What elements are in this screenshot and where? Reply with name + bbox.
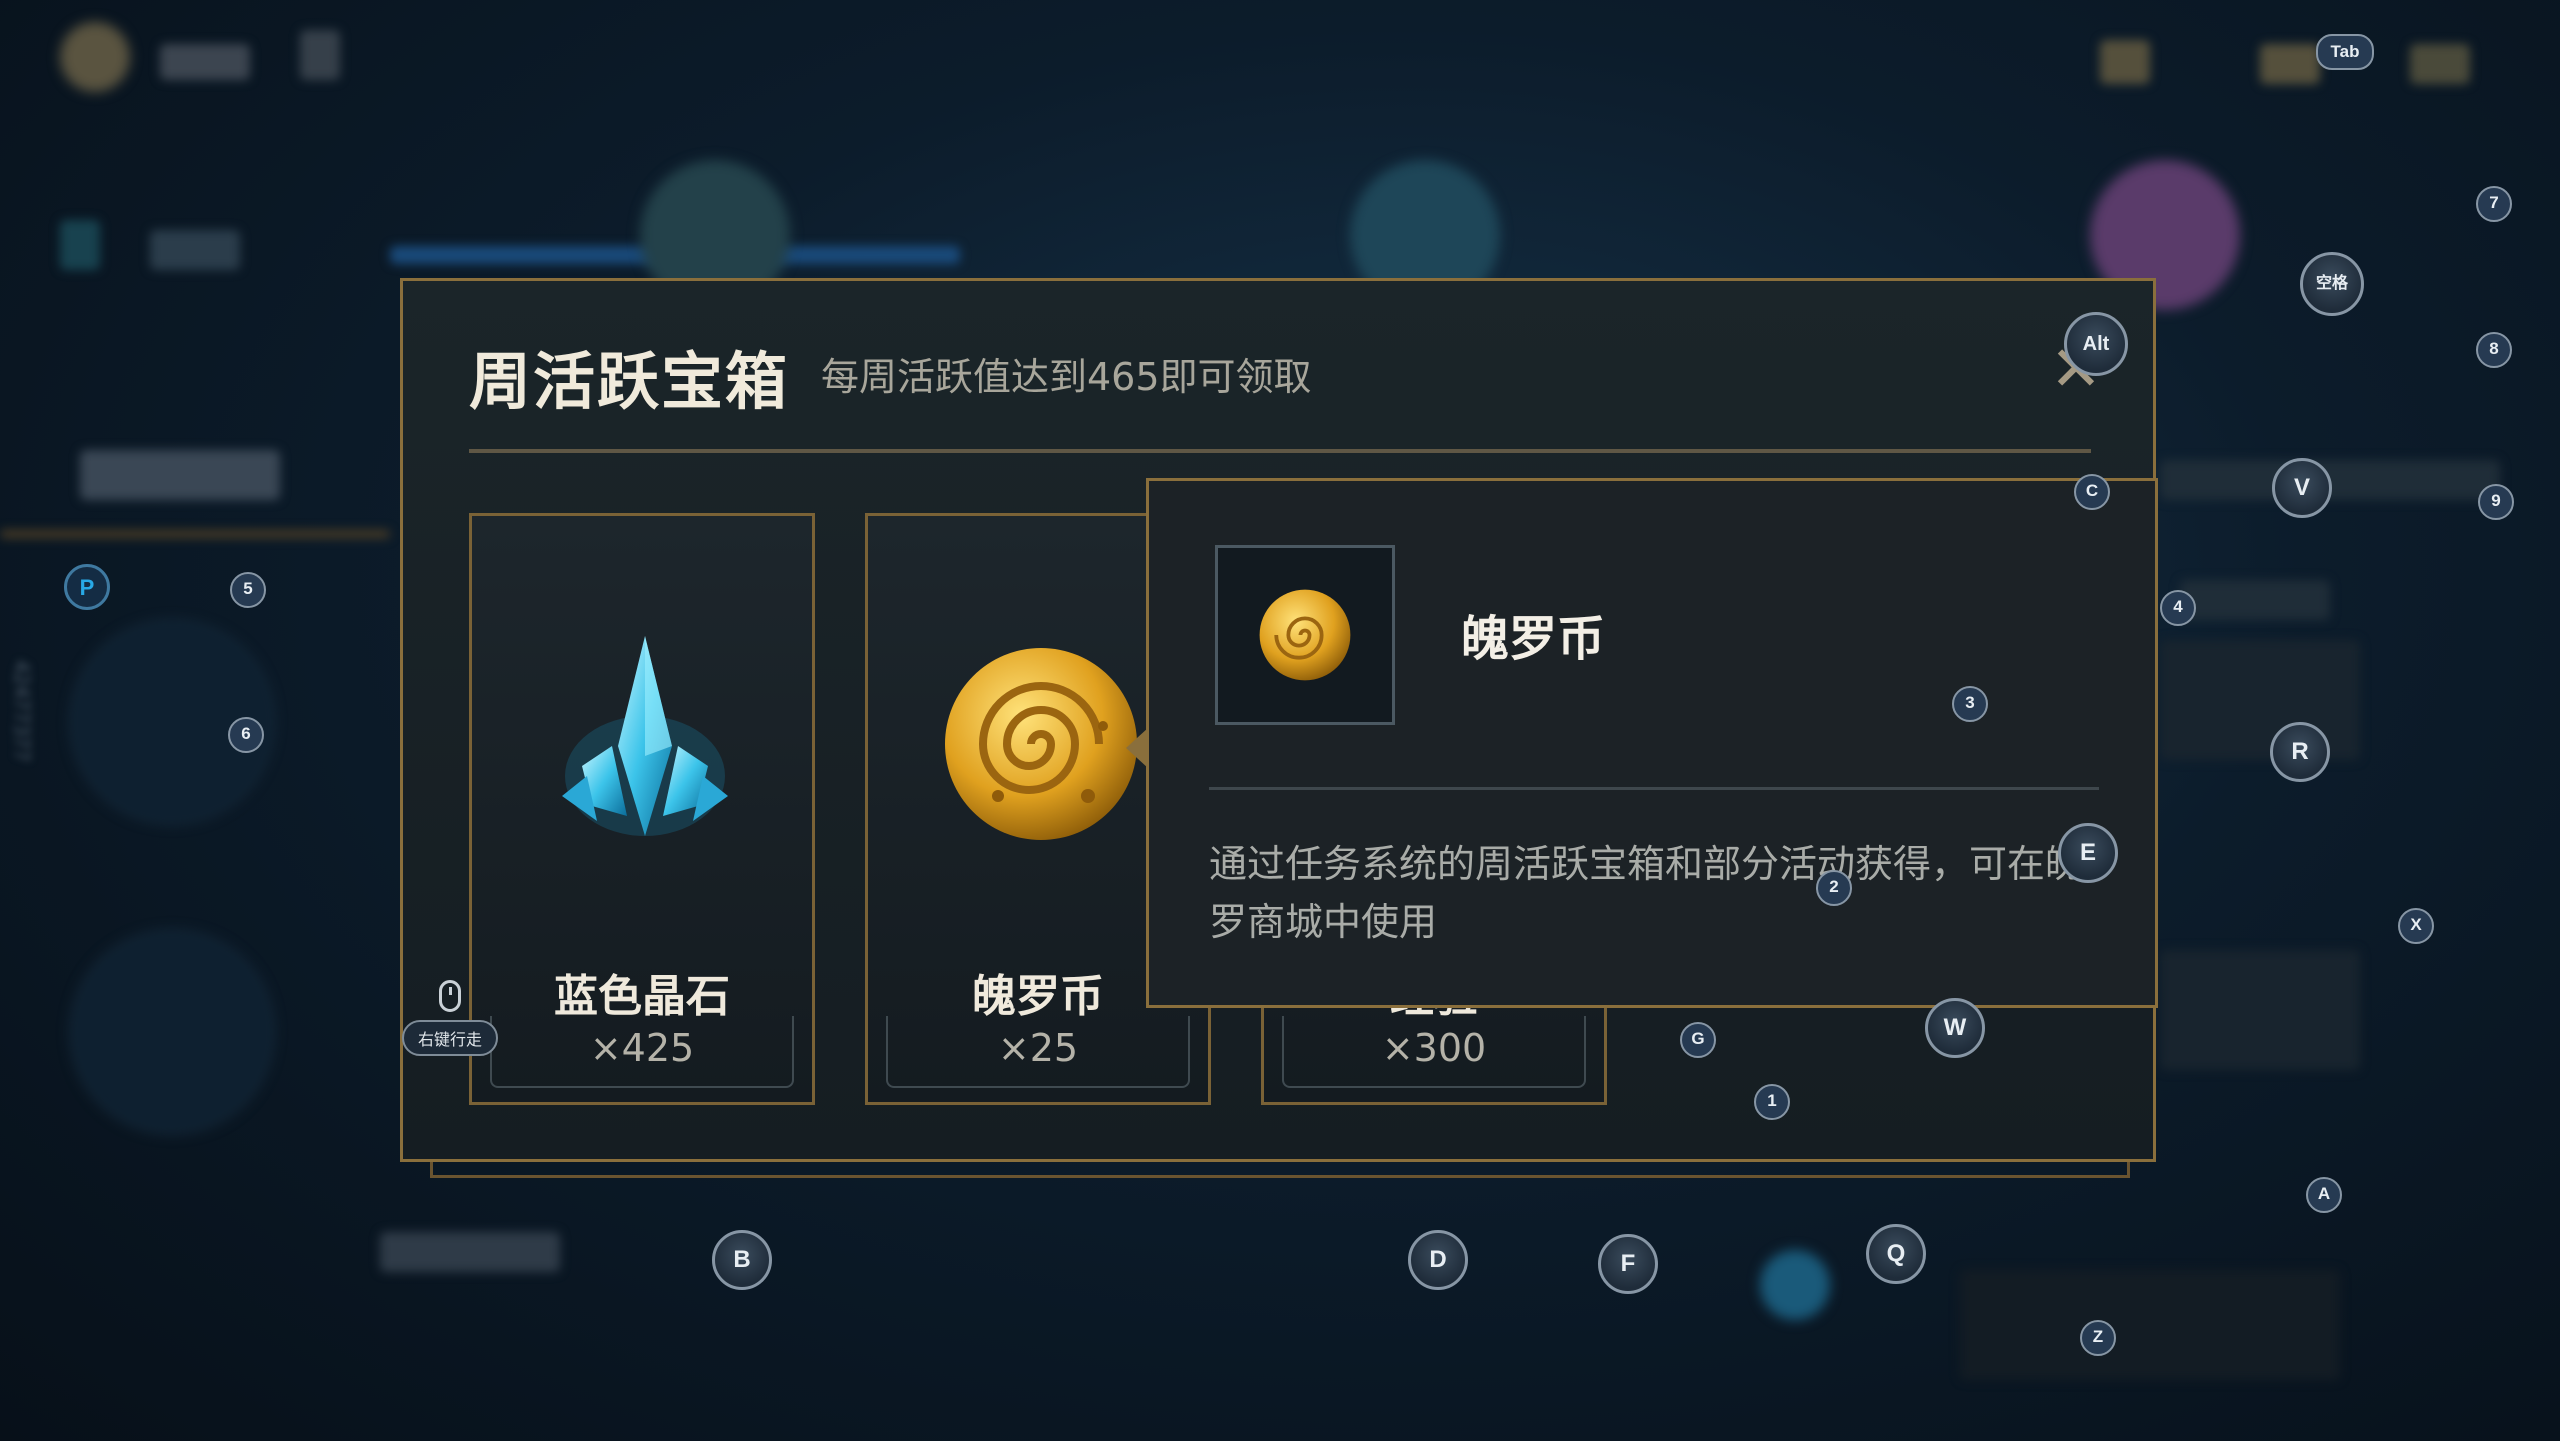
right-click-move-hint: 右键行走: [402, 980, 499, 1056]
hotkey-v[interactable]: V: [2272, 458, 2332, 518]
reward-card-blue-crystal[interactable]: 蓝色晶石 ×425: [469, 513, 815, 1105]
blue-crystal-icon: [562, 636, 728, 836]
hotkey-2[interactable]: 2: [1816, 870, 1852, 906]
hotkey-q[interactable]: Q: [1866, 1224, 1926, 1284]
hotkey-8[interactable]: 8: [2476, 332, 2512, 368]
tooltip-item-name: 魄罗币: [1461, 611, 1606, 667]
hotkey-tab[interactable]: Tab: [2316, 34, 2374, 70]
hotkey-r[interactable]: R: [2270, 722, 2330, 782]
tooltip-divider: [1209, 787, 2099, 790]
reward-name: 蓝色晶石: [554, 971, 730, 1022]
mouse-hint-label: 右键行走: [402, 1020, 499, 1056]
item-tooltip: 魄罗币 通过任务系统的周活跃宝箱和部分活动获得，可在魄罗商城中使用: [1146, 478, 2158, 1008]
dialog-base-trim: [430, 1162, 2130, 1178]
hotkey-6[interactable]: 6: [228, 717, 264, 753]
hotkey-3[interactable]: 3: [1952, 686, 1988, 722]
tooltip-description: 通过任务系统的周活跃宝箱和部分活动获得，可在魄罗商城中使用: [1209, 842, 2084, 944]
hotkey-e[interactable]: E: [2058, 823, 2118, 883]
hotkey-z[interactable]: Z: [2080, 1320, 2116, 1356]
mouse-icon: [439, 980, 461, 1012]
hotkey-d[interactable]: D: [1408, 1230, 1468, 1290]
card-frame-trim: [490, 1016, 794, 1088]
dialog-subtitle: 每周活跃值达到465即可领取: [821, 355, 1312, 399]
title-divider: [469, 449, 2091, 453]
hotkey-c[interactable]: C: [2074, 474, 2110, 510]
tooltip-icon-frame: [1215, 545, 1395, 725]
hotkey-1[interactable]: 1: [1754, 1084, 1790, 1120]
hotkey-alt[interactable]: Alt: [2064, 312, 2128, 376]
hotkey-p[interactable]: P: [64, 564, 110, 610]
hotkey-a[interactable]: A: [2306, 1177, 2342, 1213]
dialog-title: 周活跃宝箱: [469, 345, 790, 418]
hotkey-5[interactable]: 5: [230, 572, 266, 608]
hotkey-9[interactable]: 9: [2478, 484, 2514, 520]
hotkey-space[interactable]: 空格: [2300, 252, 2364, 316]
hotkey-x[interactable]: X: [2398, 908, 2434, 944]
hotkey-7[interactable]: 7: [2476, 186, 2512, 222]
tooltip-pointer: [1126, 728, 1148, 768]
hotkey-f[interactable]: F: [1598, 1234, 1658, 1294]
card-frame-trim: [1282, 1016, 1586, 1088]
hotkey-4[interactable]: 4: [2160, 590, 2196, 626]
hotkey-w[interactable]: W: [1925, 998, 1985, 1058]
poro-coin-icon: [1259, 589, 1351, 681]
poro-coin-icon: [945, 648, 1137, 840]
hotkey-g[interactable]: G: [1680, 1022, 1716, 1058]
hotkey-b[interactable]: B: [712, 1230, 772, 1290]
card-frame-trim: [886, 1016, 1190, 1088]
